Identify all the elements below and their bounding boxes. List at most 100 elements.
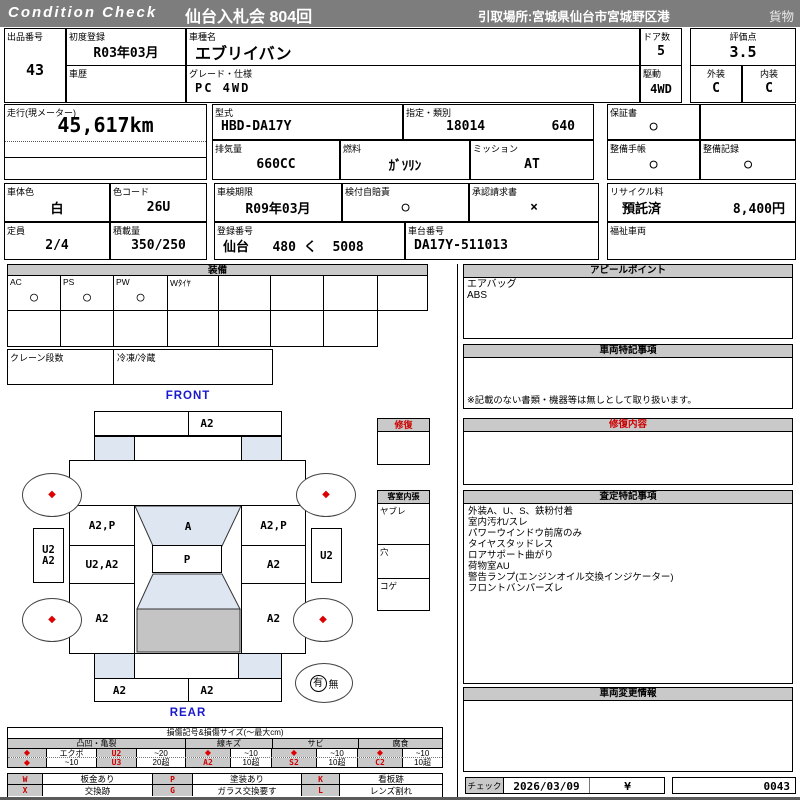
legend-cell: ~10 [231,749,272,757]
legend-diamond: ◆ [358,749,403,757]
field-value: C [712,81,720,96]
field-value: PC 4WD [195,80,251,95]
damage-diamond-icon: ◆ [322,489,330,500]
legend-diamond: ◆ [272,749,317,757]
spare-tire-indicator: 有 無 [295,663,353,703]
field-value: DA17Y-511013 [414,238,508,253]
legend-code: U2 [97,749,137,757]
crane-label: クレーン段数 [10,353,64,363]
legend-cell: ~10 [317,749,358,757]
symbol-desc: 板金あり [43,774,153,784]
left-mirror-cell: U2 A2 [33,528,64,583]
crane-freezer-box: クレーン段数 冷凍/冷蔵 [7,349,273,385]
freezer-label: 冷凍/冷蔵 [117,353,156,363]
damage-code: U2,A2 [85,558,119,571]
diagram-rear-label: REAR [169,707,207,719]
field-value: ○ [649,157,658,172]
equipment-mark: ○ [83,289,91,305]
check-label: チェック [465,777,504,794]
vehicle-notes-header: 車両特記事項 [464,345,792,358]
damage-code: A2 [112,683,127,697]
symbol-code: X [8,785,43,796]
divider [113,350,114,384]
assessment-line: フロントバンパーズレ [468,583,564,594]
field-color-code: 色コード 26U [110,183,207,222]
field-value [67,75,185,102]
damage-diamond-icon: ◆ [48,614,56,625]
field-model-name: 車種名 エブリイバン [186,28,640,66]
assessment-line: 外装A、U、S、鉄粉付着 [468,506,574,517]
rear-bumper-left-cell: A2 [94,678,189,702]
classification-number: 640 [551,119,575,134]
damage-code: A2 [200,683,214,697]
assessment-line: ロアサポート曲がり [468,550,554,561]
front-glass-left [94,436,135,461]
right-mirror-cell: U2 [311,528,342,583]
field-value: ○ [744,157,752,172]
cabin-item-tear: ヤブレ [380,506,406,516]
assessment-line: 荷物室AU [468,561,510,572]
field-value: ○ [649,119,658,134]
legend-title: 損傷記号&損傷サイズ(〜最大cm) [8,728,442,739]
field-designation: 指定・類別 18014 640 [403,104,594,140]
field-maintenance-book: 整備手帳 ○ [607,140,700,180]
vehicle-notes-disclaimer: ※記載のない書類・機器等は無しとして取り扱います。 [467,395,697,405]
assessment-notes-box: 査定特記事項 外装A、U、S、鉄粉付着 室内汚れ/スレ パワーウインドウ前席のみ… [463,490,793,684]
field-value: 26U [146,199,171,215]
front-bumper-right-cell: A2 [188,411,282,436]
repair-detail-header: 修復内容 [464,419,792,432]
legend-cell: エクボ [47,749,97,757]
field-blank [700,104,796,140]
legend-group-scratch: 線キズ [186,739,273,748]
auction-title: 仙台入札会 804回 [185,9,313,26]
equipment-cell-empty [167,310,219,347]
field-load-capacity: 積載量 350/250 [110,222,207,260]
front-glass-right [241,436,282,461]
symbol-desc: 交換跡 [43,785,153,796]
damage-code: A2 [95,612,109,625]
damage-code: A2,P [260,519,287,532]
symbol-desc: ガラス交換要す [193,785,302,796]
diagram-front-label: FRONT [165,390,211,402]
field-approval-request: 承認請求書 × [469,183,599,222]
pickup-location: 引取場所:宮城県仙台市宮城野区港 [478,10,670,24]
check-date: 2026/03/09 [513,780,580,793]
field-model-code: 型式 HBD-DA17Y [212,104,403,140]
damage-code: A2,P [88,519,116,532]
cabin-item-burn: コゲ [380,581,398,591]
field-value: 5 [657,44,665,59]
change-info-header: 車両変更情報 [464,688,792,701]
field-value: C [765,81,773,96]
brand-logo: Condition Check [8,4,158,21]
equipment-cell-empty [218,275,271,311]
field-value: HBD-DA17Y [221,119,292,134]
equipment-cell-ac: AC ○ [7,275,61,311]
legend-diamond: ◆ [8,749,47,757]
assessment-line: 警告ランプ(エンジンオイル交換インジケーター) [468,572,674,583]
appeal-line: エアバッグ [467,279,517,290]
assessment-line: パワーウインドウ前席のみ [468,528,583,539]
legend-code: S2 [272,758,317,767]
cabin-lining-header: 客室内張 [378,491,429,504]
equipment-cell-empty [323,310,378,347]
left-rear-door-cell: U2,A2 [69,545,135,584]
field-value: 43 [25,61,45,79]
sheet-number: 0043 [763,780,791,793]
roof-cell: P [152,545,222,573]
field-maintenance-record: 整備記録 ○ [700,140,796,180]
repair-flag-header: 修復 [378,419,429,432]
legend-code: A2 [186,758,231,767]
legend-group-rust: サビ [273,739,359,748]
rear-left-wheel: ◆ [22,598,82,642]
symbol-desc: 看板跡 [378,774,404,784]
legend-group-corrosion: 腐食 [392,739,409,748]
legend-cell: 10超 [231,758,272,767]
equipment-cell-wtire: Wﾀｲﾔ [167,275,219,311]
front-left-wheel: ◆ [22,473,82,517]
field-value: 仙台 480 く 5008 [223,240,364,255]
repair-flag-box: 修復 [377,418,430,465]
field-value: ｶﾞｿﾘﾝ [388,159,422,174]
damage-code: P [183,552,191,566]
field-exterior-grade: 外装 C [690,65,742,103]
legend-diamond: ◆ [186,749,231,757]
